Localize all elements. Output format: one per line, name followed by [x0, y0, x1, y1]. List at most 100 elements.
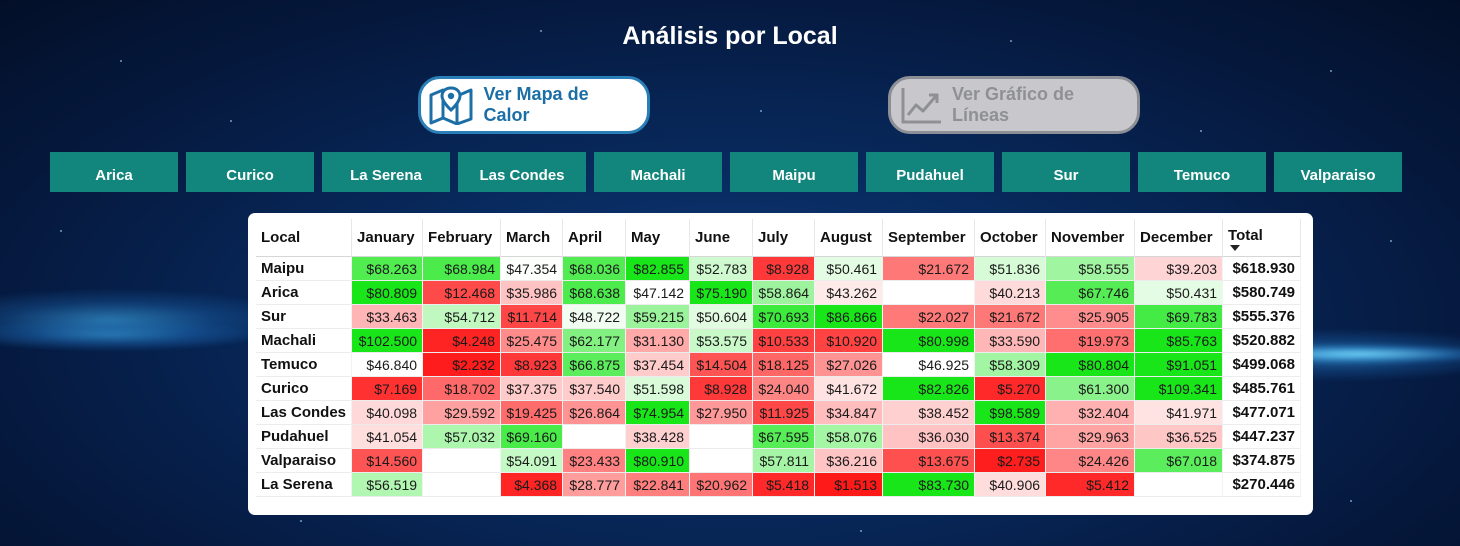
month-value-cell: $22.027 [883, 305, 976, 329]
column-header-june[interactable]: June [690, 219, 754, 257]
column-header-september[interactable]: September [883, 219, 976, 257]
month-value-cell: $69.160 [501, 425, 564, 449]
row-local-name: Las Condes [256, 401, 353, 425]
map-pin-icon [427, 82, 476, 128]
month-value-cell [1135, 473, 1224, 497]
table-row[interactable]: Machali $102.500 $4.248 $25.475 $62.177 $31.1… [256, 329, 1302, 353]
local-button-curico[interactable]: Curico [186, 152, 314, 192]
column-header-february[interactable]: February [423, 219, 502, 257]
month-value-cell: $58.864 [753, 281, 816, 305]
month-value-cell: $51.836 [975, 257, 1047, 281]
row-local-name: Arica [256, 281, 353, 305]
month-value-cell: $8.923 [501, 353, 564, 377]
table-row[interactable]: Valparaiso $14.560 $54.091 $23.433 $80.910 $5… [256, 449, 1302, 473]
heatmap-view-button[interactable]: Ver Mapa de Calor [418, 76, 650, 134]
month-value-cell: $62.177 [563, 329, 627, 353]
month-value-cell: $26.864 [563, 401, 627, 425]
table-row[interactable]: Sur $33.463 $54.712 $11.714 $48.722 $59.215 $5… [256, 305, 1302, 329]
month-value-cell: $18.702 [423, 377, 502, 401]
month-value-cell: $75.190 [690, 281, 754, 305]
column-header-july[interactable]: July [753, 219, 816, 257]
month-value-cell: $41.971 [1135, 401, 1224, 425]
column-header-may[interactable]: May [626, 219, 691, 257]
month-value-cell: $68.984 [423, 257, 502, 281]
month-value-cell: $29.963 [1046, 425, 1136, 449]
local-button-pudahuel[interactable]: Pudahuel [866, 152, 994, 192]
column-header-august[interactable]: August [815, 219, 884, 257]
local-button-la-serena[interactable]: La Serena [322, 152, 450, 192]
month-value-cell: $34.847 [815, 401, 884, 425]
column-header-december[interactable]: December [1135, 219, 1224, 257]
table-row[interactable]: La Serena $56.519 $4.368 $28.777 $22.841 $20.… [256, 473, 1302, 497]
month-value-cell: $19.973 [1046, 329, 1136, 353]
month-value-cell: $80.998 [883, 329, 976, 353]
line-chart-view-button[interactable]: Ver Gráfico de Líneas [888, 76, 1140, 134]
row-local-name: Curico [256, 377, 353, 401]
month-value-cell: $102.500 [352, 329, 424, 353]
column-header-october[interactable]: October [975, 219, 1047, 257]
column-header-local[interactable]: Local [256, 219, 353, 257]
month-value-cell: $67.018 [1135, 449, 1224, 473]
local-button-arica[interactable]: Arica [50, 152, 178, 192]
month-value-cell: $25.905 [1046, 305, 1136, 329]
month-value-cell: $74.954 [626, 401, 691, 425]
table-header-row: Local January February March April May June Jul… [256, 219, 1302, 257]
local-button-las-condes[interactable]: Las Condes [458, 152, 586, 192]
local-button-temuco[interactable]: Temuco [1138, 152, 1266, 192]
month-value-cell: $14.560 [352, 449, 424, 473]
page-title: Análisis por Local [622, 22, 838, 50]
month-value-cell: $40.906 [975, 473, 1047, 497]
local-button-machali[interactable]: Machali [594, 152, 722, 192]
table-row[interactable]: Las Condes $40.098 $29.592 $19.425 $26.864 $7… [256, 401, 1302, 425]
local-button-sur[interactable]: Sur [1002, 152, 1130, 192]
row-total-cell: $499.068 [1223, 353, 1302, 377]
month-value-cell: $69.783 [1135, 305, 1224, 329]
month-value-cell: $82.855 [626, 257, 691, 281]
column-header-april[interactable]: April [563, 219, 627, 257]
month-value-cell: $48.722 [563, 305, 627, 329]
table-row[interactable]: Curico $7.169 $18.702 $37.375 $37.540 $51.598… [256, 377, 1302, 401]
month-value-cell [563, 425, 627, 449]
table-row[interactable]: Pudahuel $41.054 $57.032 $69.160 $38.428 $67.… [256, 425, 1302, 449]
table-row[interactable]: Arica $80.809 $12.468 $35.986 $68.638 $47.142… [256, 281, 1302, 305]
month-value-cell: $8.928 [690, 377, 754, 401]
month-value-cell: $47.142 [626, 281, 691, 305]
month-value-cell: $40.213 [975, 281, 1047, 305]
row-total-cell: $580.749 [1223, 281, 1302, 305]
month-value-cell: $91.051 [1135, 353, 1224, 377]
month-value-cell: $25.475 [501, 329, 564, 353]
month-value-cell: $11.925 [753, 401, 816, 425]
column-header-label: Total [1228, 227, 1263, 244]
month-value-cell: $82.826 [883, 377, 976, 401]
month-value-cell: $27.026 [815, 353, 884, 377]
table-row[interactable]: Temuco $46.840 $2.232 $8.923 $66.875 $37.454 $… [256, 353, 1302, 377]
row-local-name: Sur [256, 305, 353, 329]
row-local-name: Valparaiso [256, 449, 353, 473]
table-row[interactable]: Maipu $68.263 $68.984 $47.354 $68.036 $82.855… [256, 257, 1302, 281]
month-value-cell: $52.783 [690, 257, 754, 281]
local-button-valparaiso[interactable]: Valparaiso [1274, 152, 1402, 192]
month-value-cell: $58.555 [1046, 257, 1136, 281]
month-value-cell: $22.841 [626, 473, 691, 497]
column-header-november[interactable]: November [1046, 219, 1136, 257]
month-value-cell: $5.418 [753, 473, 816, 497]
column-header-january[interactable]: January [352, 219, 424, 257]
month-value-cell: $57.811 [753, 449, 816, 473]
sort-descending-icon[interactable] [1230, 245, 1241, 251]
month-value-cell: $21.672 [975, 305, 1047, 329]
month-value-cell: $51.598 [626, 377, 691, 401]
local-button-maipu[interactable]: Maipu [730, 152, 858, 192]
month-value-cell: $67.746 [1046, 281, 1136, 305]
month-value-cell: $20.962 [690, 473, 754, 497]
month-value-cell: $58.076 [815, 425, 884, 449]
column-header-total[interactable]: Total [1223, 219, 1302, 257]
sales-matrix-card: Local January February March April May June Jul… [248, 213, 1313, 515]
column-header-march[interactable]: March [501, 219, 564, 257]
month-value-cell: $38.428 [626, 425, 691, 449]
month-value-cell: $50.461 [815, 257, 884, 281]
row-local-name: Temuco [256, 353, 353, 377]
month-value-cell: $24.040 [753, 377, 816, 401]
month-value-cell: $37.540 [563, 377, 627, 401]
month-value-cell: $41.054 [352, 425, 424, 449]
row-total-cell: $374.875 [1223, 449, 1302, 473]
